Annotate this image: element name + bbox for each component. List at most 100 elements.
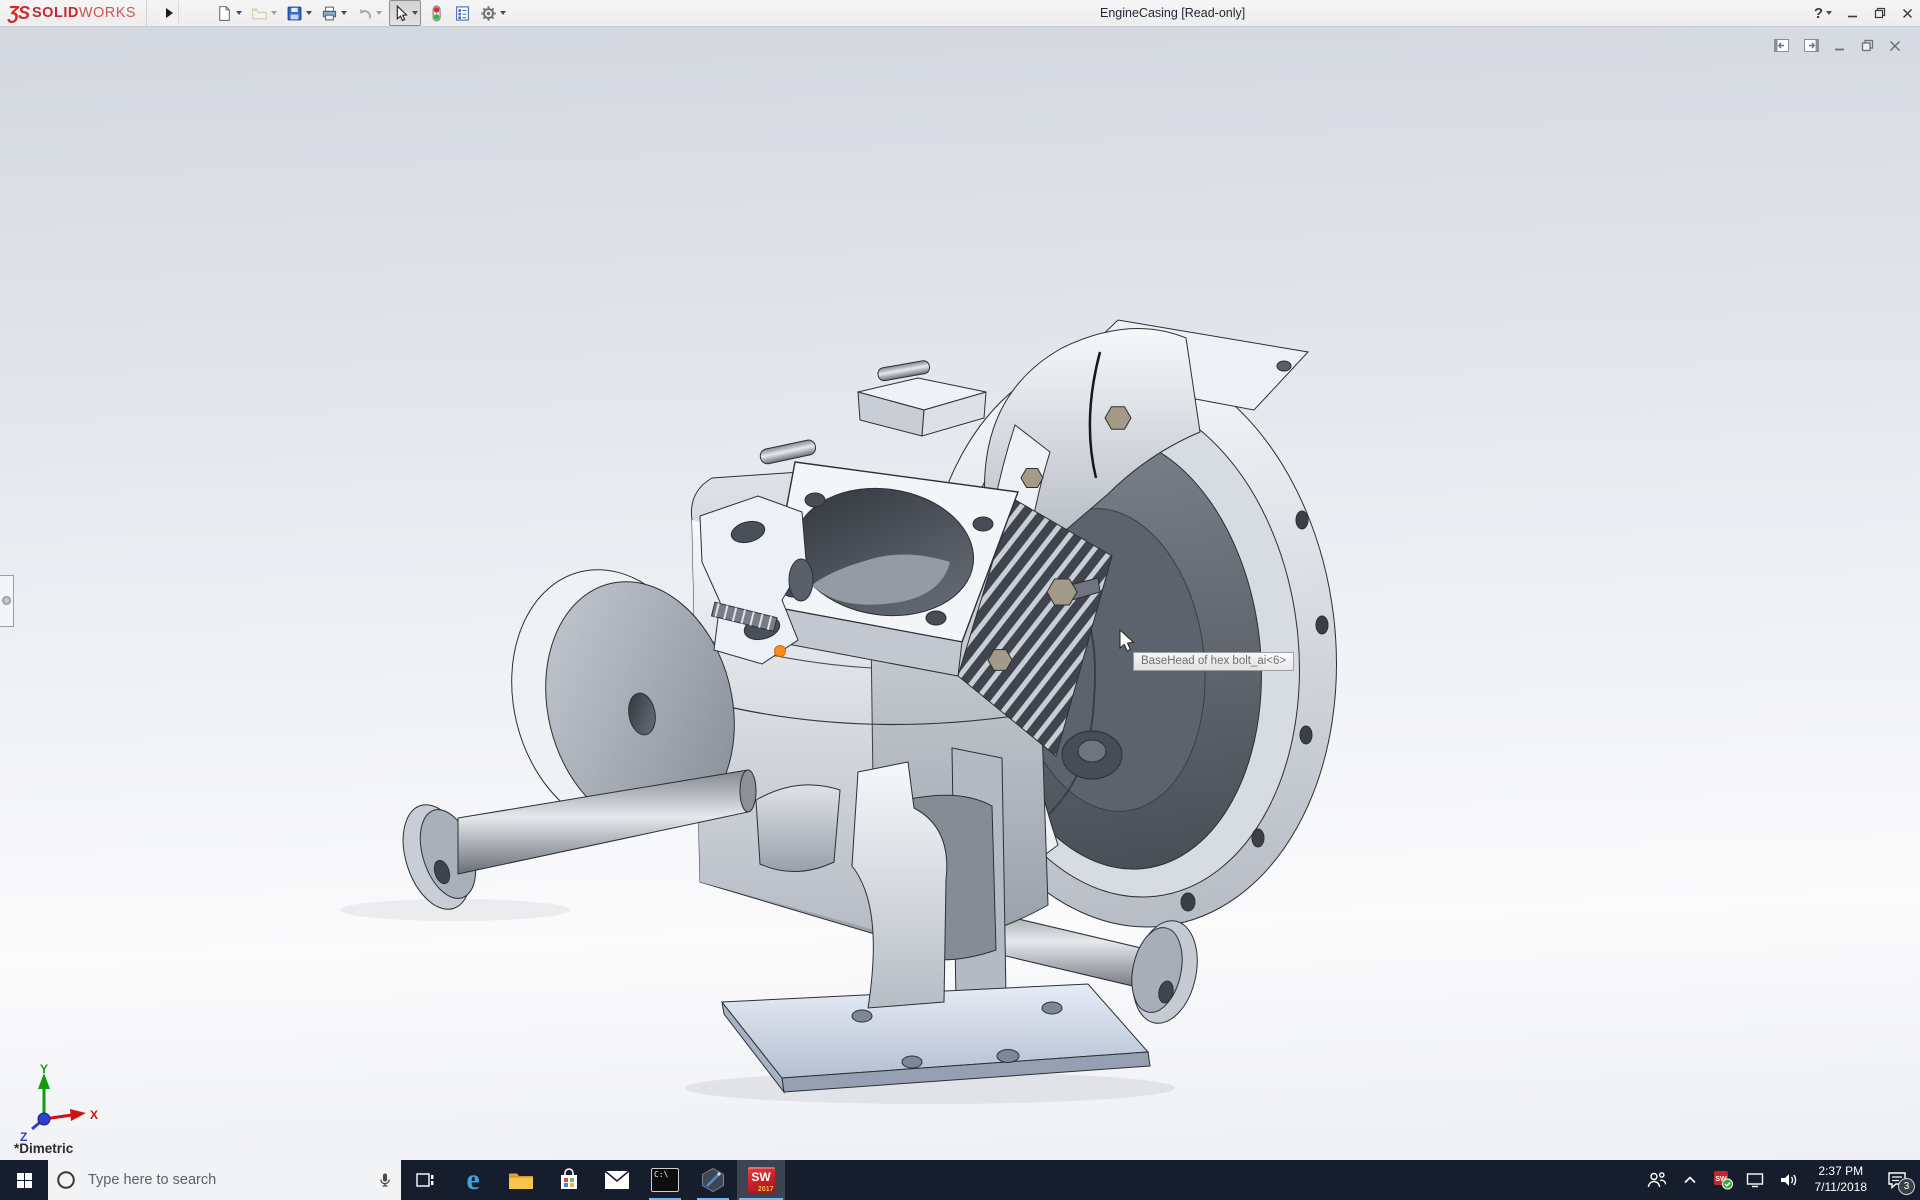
save-dropdown[interactable]	[306, 11, 312, 15]
start-button[interactable]	[0, 1160, 48, 1200]
minimize-document-button[interactable]	[1833, 39, 1847, 53]
restore-icon	[1873, 6, 1887, 20]
main-toolbar	[214, 1, 513, 25]
selection-point	[775, 646, 786, 657]
featuremanager-collapsed-tab[interactable]	[0, 575, 14, 627]
select-tool-dropdown[interactable]	[412, 11, 418, 15]
hidden-icons-chevron[interactable]	[1677, 1160, 1703, 1200]
new-document-dropdown[interactable]	[236, 11, 242, 15]
close-icon	[1901, 7, 1914, 20]
close-document-icon	[1888, 39, 1902, 53]
taskbar-edge[interactable]: e	[449, 1160, 497, 1200]
notification-badge: 3	[1898, 1178, 1915, 1195]
options-gear-icon	[480, 5, 497, 22]
taskbar-mail[interactable]	[593, 1160, 641, 1200]
close-document-button[interactable]	[1888, 39, 1902, 53]
help-label: ?	[1814, 5, 1823, 22]
collapse-pane-left-button[interactable]	[1773, 37, 1790, 54]
taskbar-search[interactable]	[48, 1160, 401, 1200]
windows-logo-icon	[16, 1172, 33, 1189]
volume-icon[interactable]	[1776, 1160, 1802, 1200]
solidworks-logo-glyph: ƷS	[8, 3, 29, 24]
new-document-icon	[216, 5, 233, 22]
restore-button[interactable]	[1873, 6, 1887, 20]
clock-time: 2:37 PM	[1818, 1164, 1863, 1180]
screen: ƷS SOLID WORKS	[0, 0, 1920, 1200]
hover-tooltip: BaseHead of hex bolt_ai<6>	[1133, 652, 1294, 671]
cortana-icon	[56, 1170, 76, 1190]
options-dropdown[interactable]	[500, 11, 506, 15]
print-dropdown[interactable]	[341, 11, 347, 15]
pane-right-icon	[1803, 37, 1820, 54]
network-icon[interactable]	[1743, 1160, 1769, 1200]
rebuild-traffic-light-icon	[428, 5, 445, 22]
task-view-button[interactable]	[401, 1160, 449, 1200]
mail-icon	[604, 1170, 630, 1190]
taskbar-command-prompt[interactable]: C:\	[641, 1160, 689, 1200]
store-icon	[557, 1168, 581, 1192]
save-icon	[286, 5, 303, 22]
solidworks-monitor-icon[interactable]: SW	[1710, 1160, 1736, 1200]
view-orientation-label: *Dimetric	[14, 1141, 73, 1156]
microphone-icon[interactable]	[377, 1171, 393, 1189]
pane-expand-dot-icon	[2, 596, 11, 605]
solidworks-logo-bold: SOLID	[32, 5, 79, 21]
file-explorer-icon	[508, 1169, 534, 1191]
intake-spacer[interactable]	[759, 360, 986, 465]
undo-icon	[356, 5, 373, 22]
solidworks-logo: ƷS SOLID WORKS	[0, 0, 147, 26]
open-icon	[251, 5, 268, 22]
search-input[interactable]	[86, 1171, 377, 1189]
open-dropdown[interactable]	[271, 11, 277, 15]
solidworks-logo-rest: WORKS	[79, 5, 136, 21]
document-title: EngineCasing [Read-only]	[1100, 0, 1245, 26]
triad-y-label: Y	[40, 1063, 48, 1076]
graphics-area[interactable]: BaseHead of hex bolt_ai<6> Y X Z *Dimetr…	[0, 27, 1920, 1160]
triad-x-label: X	[90, 1108, 98, 1122]
edge-icon: e	[466, 1165, 479, 1195]
help-dropdown[interactable]	[1826, 11, 1832, 15]
people-icon[interactable]	[1644, 1160, 1670, 1200]
options-button[interactable]	[478, 1, 508, 25]
minimize-button[interactable]	[1846, 7, 1859, 20]
command-prompt-icon: C:\	[651, 1168, 679, 1192]
titlebar: ƷS SOLID WORKS	[0, 0, 1920, 27]
new-document-button[interactable]	[214, 1, 244, 25]
taskbar-hexagon-app[interactable]	[689, 1160, 737, 1200]
taskbar-file-explorer[interactable]	[497, 1160, 545, 1200]
help-button[interactable]: ?	[1814, 5, 1832, 22]
mounting-bracket[interactable]	[700, 496, 813, 664]
pane-left-icon	[1773, 37, 1790, 54]
print-button[interactable]	[319, 1, 349, 25]
undo-dropdown[interactable]	[376, 11, 382, 15]
rebuild-button[interactable]	[426, 1, 447, 25]
open-button[interactable]	[249, 1, 279, 25]
close-button[interactable]	[1901, 7, 1914, 20]
hexagon-app-icon	[700, 1167, 726, 1193]
undo-button[interactable]	[354, 1, 384, 25]
select-tool-button[interactable]	[389, 0, 421, 26]
document-window-controls	[1773, 37, 1902, 54]
file-properties-icon	[454, 5, 471, 22]
collapse-pane-right-button[interactable]	[1803, 37, 1820, 54]
taskbar-store[interactable]	[545, 1160, 593, 1200]
window-controls: ?	[1814, 0, 1914, 26]
system-tray: SW 2:37 PM 7/11/2018 3	[1644, 1160, 1920, 1200]
file-properties-button[interactable]	[452, 1, 473, 25]
select-cursor-icon	[392, 5, 409, 22]
taskbar: e C:\ SW 2017	[0, 1160, 1920, 1200]
minimize-document-icon	[1833, 39, 1847, 53]
taskbar-solidworks[interactable]: SW 2017	[737, 1160, 785, 1200]
minimize-icon	[1846, 7, 1859, 20]
taskbar-clock[interactable]: 2:37 PM 7/11/2018	[1809, 1164, 1874, 1195]
restore-document-icon	[1860, 38, 1875, 53]
restore-document-button[interactable]	[1860, 38, 1875, 53]
engine-casing-model[interactable]	[0, 27, 1920, 1160]
flyout-arrow-icon	[166, 8, 173, 18]
print-icon	[321, 5, 338, 22]
save-button[interactable]	[284, 1, 314, 25]
taskbar-spacer	[785, 1160, 1644, 1200]
solidworks-app-icon: SW 2017	[748, 1167, 775, 1193]
menu-flyout-button[interactable]	[160, 1, 179, 25]
action-center-button[interactable]: 3	[1880, 1160, 1914, 1200]
